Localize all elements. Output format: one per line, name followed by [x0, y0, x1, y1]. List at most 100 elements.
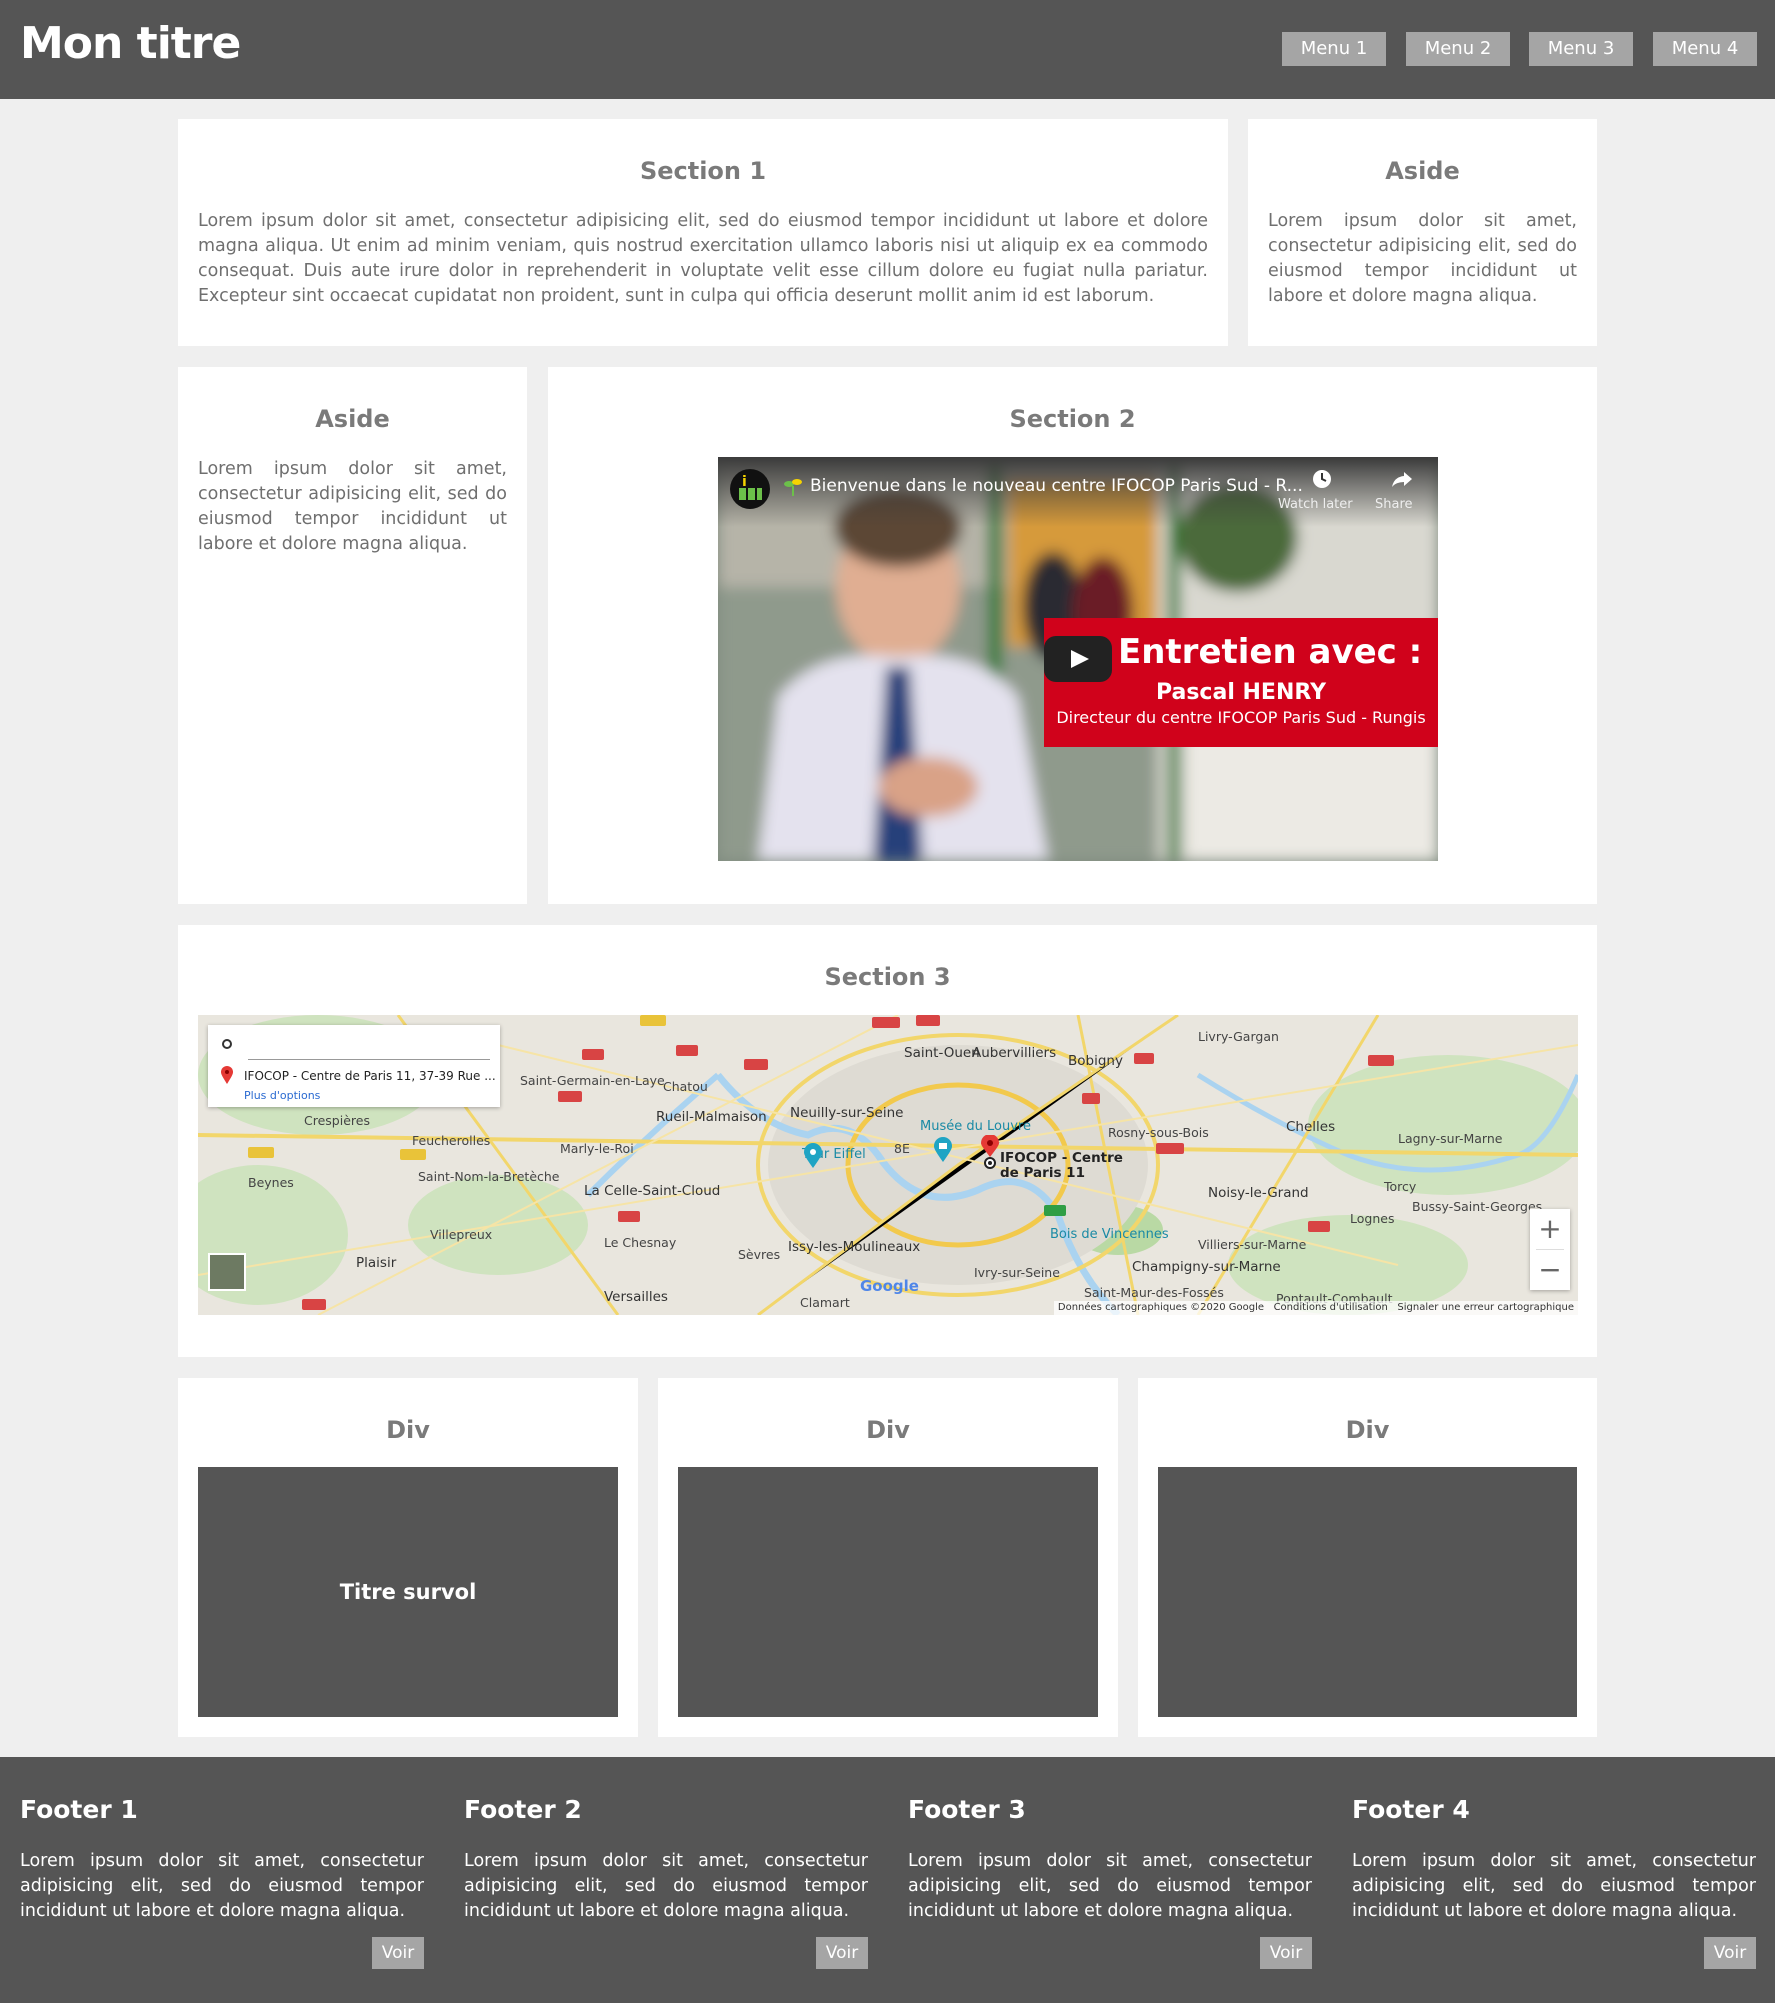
map-label: Neuilly-sur-Seine	[790, 1105, 904, 1121]
section-2-title: Section 2	[1009, 405, 1136, 433]
menu-button-3[interactable]: Menu 3	[1529, 32, 1633, 66]
map-label: Bussy-Saint-Georges	[1412, 1199, 1543, 1214]
footer-4-voir-button[interactable]: Voir	[1704, 1937, 1756, 1969]
menu-button-2[interactable]: Menu 2	[1406, 32, 1510, 66]
map-label: Aubervilliers	[972, 1045, 1057, 1061]
video-player[interactable]: i Bienvenue dans le nouveau centre IFOCO…	[718, 457, 1438, 861]
map-label: 8E	[894, 1141, 910, 1156]
footer-4-title: Footer 4	[1352, 1795, 1470, 1824]
map-label: Marly-le-Roi	[560, 1141, 634, 1156]
map-label: Villiers-sur-Marne	[1198, 1237, 1307, 1252]
map-label: Rueil-Malmaison	[656, 1109, 767, 1125]
div-card-2-title: Div	[866, 1416, 910, 1444]
aside-left-title: Aside	[315, 405, 390, 433]
map-label: Versailles	[604, 1289, 668, 1305]
destination-small-pin-icon	[220, 1065, 234, 1085]
map-label: Lognes	[1350, 1211, 1395, 1226]
map-label: Saint-Nom-la-Bretèche	[418, 1169, 560, 1184]
share-label[interactable]: Share	[1375, 497, 1413, 512]
google-map[interactable]: Saint-Ouen Aubervilliers Bobigny Livry-G…	[198, 1015, 1578, 1315]
banner-name: Pascal HENRY	[1155, 680, 1327, 705]
menu-button-4[interactable]: Menu 4	[1653, 32, 1757, 66]
map-label: Livry-Gargan	[1198, 1029, 1279, 1044]
play-icon	[1071, 650, 1089, 668]
map-label: Crespières	[304, 1113, 370, 1128]
footer-column-1: Footer 1 Lorem ipsum dolor sit amet, con…	[20, 1757, 424, 2003]
map-label: Beynes	[248, 1175, 294, 1190]
map-label: Rosny-sous-Bois	[1108, 1125, 1209, 1140]
map-label: Clamart	[800, 1295, 850, 1310]
road-badge	[582, 1049, 604, 1060]
road-badge	[1044, 1205, 1066, 1216]
div-card-3-title: Div	[1345, 1416, 1390, 1444]
banner-heading: Entretien avec :	[1118, 632, 1423, 672]
aside-top-title: Aside	[1385, 157, 1460, 185]
map-label: Champigny-sur-Marne	[1132, 1259, 1281, 1275]
map-label: Torcy	[1384, 1179, 1417, 1194]
tour-eiffel-pin-icon[interactable]	[802, 1143, 824, 1169]
section-3: Section 3 Saint-Ouen Aubervilliers Bobig…	[178, 925, 1597, 1357]
satellite-toggle[interactable]	[208, 1253, 246, 1291]
map-label: Noisy-le-Grand	[1208, 1185, 1309, 1201]
destination-pin-icon[interactable]	[980, 1134, 1000, 1169]
site-footer: Footer 1 Lorem ipsum dolor sit amet, con…	[0, 1757, 1775, 2003]
footer-1-text: Lorem ipsum dolor sit amet, consectetur …	[20, 1851, 424, 1921]
footer-3-voir-button[interactable]: Voir	[1260, 1937, 1312, 1969]
zoom-in-button[interactable]: +	[1530, 1209, 1570, 1249]
origin-circle-icon	[222, 1039, 232, 1049]
map-label: Issy-les-Moulineaux	[788, 1239, 921, 1255]
road-badge	[248, 1147, 274, 1158]
map-label: Feucherolles	[412, 1133, 491, 1148]
footer-column-2: Footer 2 Lorem ipsum dolor sit amet, con…	[464, 1757, 868, 2003]
div-card-3-box[interactable]	[1158, 1467, 1577, 1717]
footer-2-title: Footer 2	[464, 1795, 582, 1824]
map-label: Sèvres	[738, 1247, 781, 1262]
road-badge	[400, 1149, 426, 1160]
play-button[interactable]	[1044, 636, 1112, 682]
div-card-1-box[interactable]: Titre survol	[198, 1467, 618, 1717]
video-title[interactable]: Bienvenue dans le nouveau centre IFOCOP …	[810, 476, 1303, 496]
map-label: Le Chesnay	[604, 1235, 677, 1250]
footer-column-3: Footer 3 Lorem ipsum dolor sit amet, con…	[908, 1757, 1312, 2003]
menu-button-1[interactable]: Menu 1	[1282, 32, 1386, 66]
road-badge	[1368, 1055, 1394, 1066]
footer-3-title: Footer 3	[908, 1795, 1026, 1824]
road-badge	[676, 1045, 698, 1056]
banner-subtitle: Directeur du centre IFOCOP Paris Sud - R…	[1056, 708, 1426, 727]
road-badge	[1082, 1093, 1100, 1104]
section-1: Section 1 Lorem ipsum dolor sit amet, co…	[178, 119, 1228, 346]
road-badge	[618, 1211, 640, 1222]
footer-2-text: Lorem ipsum dolor sit amet, consectetur …	[464, 1851, 868, 1921]
map-label: Musée du Louvre	[920, 1119, 1031, 1134]
channel-logo-icon[interactable]: i	[730, 469, 770, 509]
site-header: Mon titre Menu 1 Menu 2 Menu 3 Menu 4	[0, 0, 1775, 99]
watch-later-label[interactable]: Watch later	[1278, 497, 1353, 512]
map-report-link[interactable]: Signaler une erreur cartographique	[1397, 1302, 1574, 1313]
map-label: Chatou	[663, 1079, 708, 1094]
directions-box[interactable]: IFOCOP - Centre de Paris 11, 37-39 Rue .…	[208, 1025, 500, 1107]
share-icon[interactable]	[1390, 467, 1414, 491]
hover-title: Titre survol	[339, 1580, 477, 1604]
watch-later-icon[interactable]	[1310, 467, 1334, 491]
zoom-out-button[interactable]: −	[1530, 1250, 1570, 1290]
footer-2-voir-button[interactable]: Voir	[816, 1937, 868, 1969]
map-terms-link[interactable]: Conditions d'utilisation	[1274, 1302, 1388, 1313]
road-badge	[558, 1091, 582, 1102]
road-badge	[302, 1299, 326, 1310]
road-badge	[916, 1015, 940, 1026]
map-label: Saint-Ouen	[904, 1045, 980, 1061]
footer-1-voir-button[interactable]: Voir	[372, 1937, 424, 1969]
map-label: Saint-Maur-des-Fossés	[1084, 1285, 1224, 1300]
more-options-link[interactable]: Plus d'options	[244, 1089, 320, 1102]
map-attribution: Données cartographiques ©2020 Google Con…	[1053, 1301, 1578, 1315]
section-1-text: Lorem ipsum dolor sit amet, consectetur …	[198, 211, 1208, 306]
aside-top-right: Aside Lorem ipsum dolor sit amet, consec…	[1248, 119, 1597, 346]
road-badge	[744, 1059, 768, 1070]
div-card-2: Div	[658, 1378, 1118, 1737]
footer-1-title: Footer 1	[20, 1795, 138, 1824]
footer-3-text: Lorem ipsum dolor sit amet, consectetur …	[908, 1851, 1312, 1921]
road-badge	[872, 1017, 900, 1028]
div-card-2-box[interactable]	[678, 1467, 1098, 1717]
footer-4-text: Lorem ipsum dolor sit amet, consectetur …	[1352, 1851, 1756, 1921]
museum-pin-icon[interactable]	[932, 1137, 954, 1163]
